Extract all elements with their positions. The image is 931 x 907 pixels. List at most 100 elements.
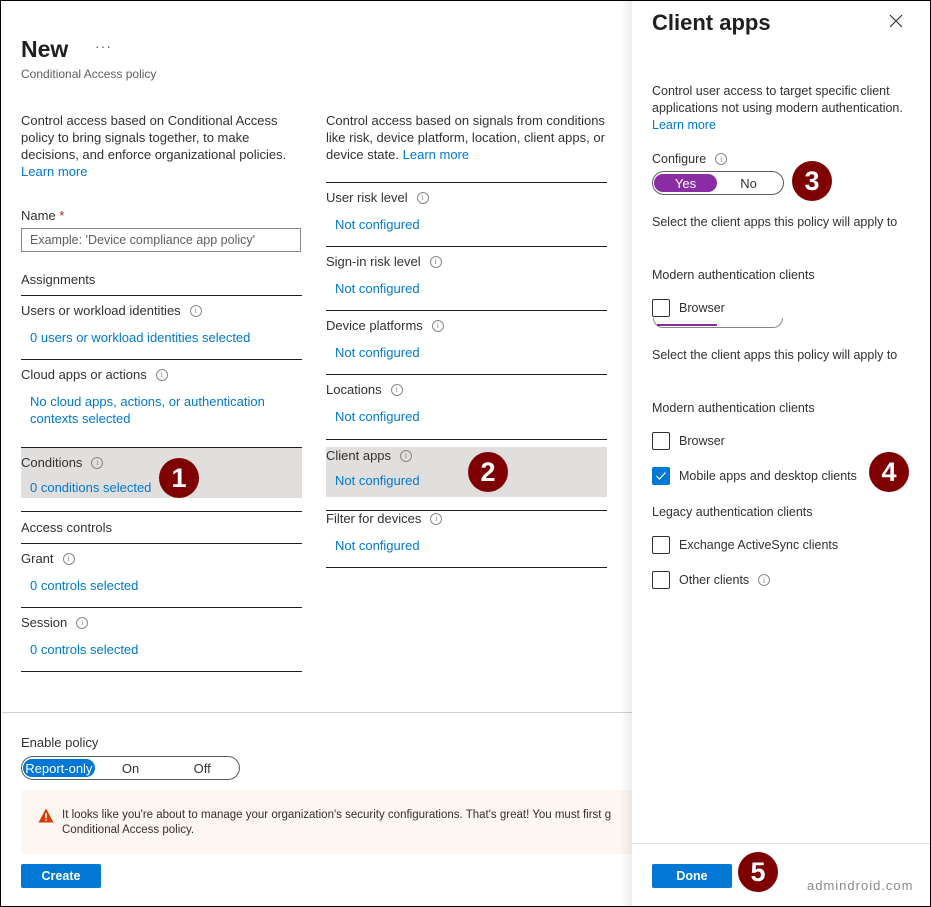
client-apps-panel: Client apps Control user access to targe… (632, 2, 930, 906)
policy-description: Control access based on Conditional Acce… (21, 113, 287, 179)
assignment-conditions[interactable]: Conditions i 0 conditions selected 1 (21, 448, 302, 512)
client-apps-label: Client apps (326, 448, 392, 463)
checkbox[interactable] (652, 536, 670, 554)
cloud-apps-selection-link[interactable]: No cloud apps, actions, or authenticatio… (21, 393, 302, 427)
info-icon[interactable]: i (91, 456, 104, 469)
client-apps-link[interactable]: Not configured (326, 472, 607, 489)
exchange-activesync-checkbox-row[interactable]: Exchange ActiveSync clients (652, 536, 838, 554)
focus-indicator (653, 318, 783, 328)
info-icon[interactable]: i (416, 191, 429, 204)
enable-policy-label: Enable policy (21, 735, 99, 750)
mobile-desktop-checkbox-row[interactable]: Mobile apps and desktop clients (652, 467, 857, 485)
condition-filter-devices: Filter for devices i Not configured (326, 504, 607, 568)
session-selection-link[interactable]: 0 controls selected (21, 641, 302, 658)
enable-policy-toggle[interactable]: Report-only On Off (21, 756, 240, 780)
watermark: admindroid.com (807, 878, 914, 893)
condition-sign-in-risk: Sign-in risk level i Not configured (326, 247, 607, 311)
learn-more-link[interactable]: Learn more (652, 118, 716, 132)
info-icon[interactable]: i (76, 616, 89, 629)
conditions-label: Conditions (21, 455, 83, 470)
step-badge-3: 3 (792, 161, 832, 201)
modern-heading: Modern authentication clients (652, 401, 815, 415)
close-icon[interactable] (887, 12, 905, 30)
legacy-heading: Legacy authentication clients (652, 505, 813, 519)
session-label: Session (21, 615, 68, 630)
learn-more-link[interactable]: Learn more (403, 147, 469, 162)
warning-icon (38, 808, 54, 823)
enable-option-on[interactable]: On (95, 759, 167, 777)
cloud-apps-label: Cloud apps or actions (21, 367, 147, 382)
filter-devices-link[interactable]: Not configured (326, 537, 607, 554)
learn-more-link[interactable]: Learn more (21, 164, 87, 179)
device-platforms-label: Device platforms (326, 318, 423, 333)
users-selection-link[interactable]: 0 users or workload identities selected (21, 329, 302, 346)
locations-link[interactable]: Not configured (326, 408, 607, 425)
info-icon[interactable]: i (155, 368, 168, 381)
checkmark-icon (656, 472, 666, 480)
panel-title: Client apps (652, 10, 771, 35)
browser-checkbox-row[interactable]: Browser (652, 432, 725, 450)
other-clients-checkbox-row[interactable]: Other clients i (652, 571, 771, 589)
access-controls-heading: Access controls (21, 520, 302, 544)
user-risk-label: User risk level (326, 190, 408, 205)
checkbox[interactable] (652, 299, 670, 317)
done-button[interactable]: Done (652, 864, 732, 888)
warning-line-2: Conditional Access policy. (62, 824, 195, 836)
assignment-cloud-apps: Cloud apps or actions i No cloud apps, a… (21, 360, 302, 448)
select-apps-text: Select the client apps this policy will … (652, 348, 898, 362)
name-label: Name * (21, 208, 65, 223)
browser-checkbox-ghost[interactable]: Browser (652, 299, 725, 317)
info-icon[interactable]: i (189, 304, 202, 317)
info-icon[interactable]: i (390, 383, 403, 396)
sign-in-risk-label: Sign-in risk level (326, 254, 421, 269)
new-policy-blade: New ··· Conditional Access policy Contro… (2, 2, 633, 906)
checkbox[interactable] (652, 571, 670, 589)
access-control-grant: Grant i 0 controls selected (21, 544, 302, 608)
step-badge-2: 2 (468, 452, 508, 492)
step-badge-1: 1 (159, 458, 199, 498)
panel-description: Control user access to target specific c… (652, 84, 903, 132)
user-risk-link[interactable]: Not configured (326, 216, 607, 233)
info-icon[interactable]: i (715, 153, 728, 165)
filter-devices-label: Filter for devices (326, 511, 422, 526)
locations-label: Locations (326, 382, 382, 397)
conditions-column: Control access based on signals from con… (326, 112, 607, 568)
policy-name-input[interactable] (21, 228, 301, 252)
grant-label: Grant (21, 551, 54, 566)
info-icon[interactable]: i (400, 449, 413, 462)
more-options-button[interactable]: ··· (95, 38, 112, 54)
info-icon[interactable]: i (429, 255, 442, 268)
create-button[interactable]: Create (21, 864, 101, 888)
step-badge-4: 4 (869, 452, 909, 492)
enable-option-off[interactable]: Off (166, 759, 238, 777)
enable-option-report-only[interactable]: Report-only (23, 759, 95, 777)
configure-option-no[interactable]: No (717, 174, 780, 192)
security-defaults-warning: It looks like you're about to manage you… (21, 790, 633, 854)
configure-option-yes[interactable]: Yes (654, 174, 717, 192)
required-mark: * (59, 208, 65, 223)
assignment-users: Users or workload identities i 0 users o… (21, 296, 302, 360)
conditions-description: Control access based on signals from con… (326, 113, 605, 162)
grant-selection-link[interactable]: 0 controls selected (21, 577, 302, 594)
checkbox[interactable] (652, 432, 670, 450)
checkbox-checked[interactable] (652, 467, 670, 485)
page-title: New (21, 36, 69, 62)
access-control-session: Session i 0 controls selected (21, 608, 302, 672)
info-icon[interactable]: i (62, 552, 75, 565)
condition-device-platforms: Device platforms i Not configured (326, 311, 607, 375)
step-badge-5: 5 (738, 852, 778, 892)
info-icon[interactable]: i (431, 319, 444, 332)
users-label: Users or workload identities (21, 303, 181, 318)
device-platforms-link[interactable]: Not configured (326, 344, 607, 361)
select-apps-text-ghost: Select the client apps this policy will … (652, 215, 898, 229)
info-icon[interactable]: i (758, 574, 771, 586)
configure-label: Configure (652, 152, 707, 166)
condition-locations: Locations i Not configured (326, 375, 607, 440)
info-icon[interactable]: i (430, 512, 443, 525)
sign-in-risk-link[interactable]: Not configured (326, 280, 607, 297)
condition-client-apps[interactable]: Client apps i Not configured 2 (326, 447, 607, 511)
modern-heading-ghost: Modern authentication clients (652, 268, 815, 282)
window: New ··· Conditional Access policy Contro… (0, 0, 931, 907)
configure-toggle[interactable]: Yes No (652, 171, 784, 195)
footer-divider (2, 712, 632, 713)
